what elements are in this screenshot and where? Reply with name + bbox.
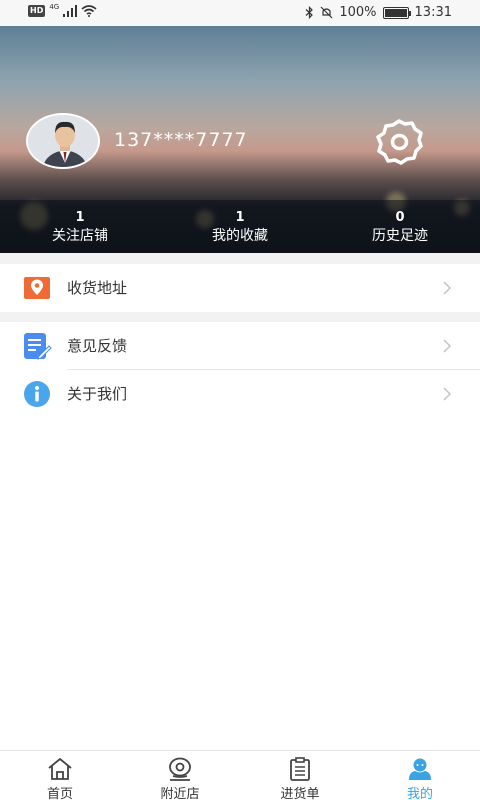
chevron-right-icon — [443, 387, 452, 401]
empty-content-area — [0, 418, 480, 750]
stats-bar: 1 关注店铺 1 我的收藏 0 历史足迹 — [0, 200, 480, 253]
location-pin-icon — [24, 277, 50, 299]
nav-item-nearby[interactable]: 附近店 — [120, 751, 240, 800]
chevron-right-icon — [443, 339, 452, 353]
bluetooth-icon — [305, 6, 314, 19]
clipboard-icon — [290, 757, 310, 781]
menu-label: 意见反馈 — [67, 337, 128, 355]
profile-icon — [409, 758, 431, 780]
nav-label: 首页 — [46, 787, 73, 800]
battery-percent: 100% — [339, 5, 377, 20]
clock: 13:31 — [414, 5, 452, 20]
stat-value: 0 — [395, 210, 405, 225]
stat-followed-stores[interactable]: 1 关注店铺 — [0, 200, 160, 253]
nav-label: 我的 — [406, 787, 433, 800]
stat-label: 历史足迹 — [372, 228, 428, 244]
battery-level — [384, 8, 407, 17]
menu-group-misc: 意见反馈 关于我们 — [0, 322, 480, 418]
stat-label: 关注店铺 — [52, 228, 108, 244]
menu-item-address[interactable]: 收货地址 — [0, 264, 480, 312]
profile-header: 137****7777 1 关注店铺 1 我的收藏 0 历史足迹 — [0, 26, 480, 253]
avatar[interactable] — [26, 113, 100, 169]
user-avatar-icon — [28, 115, 98, 167]
nav-label: 进货单 — [280, 787, 320, 800]
bottom-nav: 首页 附近店 进货单 我的 — [0, 750, 480, 800]
menu-item-about[interactable]: 关于我们 — [0, 370, 480, 418]
nav-item-home[interactable]: 首页 — [0, 751, 120, 800]
menu-label: 收货地址 — [67, 279, 128, 297]
menu-item-feedback[interactable]: 意见反馈 — [0, 322, 480, 370]
menu-group-address: 收货地址 — [0, 264, 480, 312]
stat-value: 1 — [75, 210, 85, 225]
location-icon — [169, 757, 191, 781]
stat-favorites[interactable]: 1 我的收藏 — [160, 200, 320, 253]
nav-item-order-list[interactable]: 进货单 — [240, 751, 360, 800]
nav-item-profile[interactable]: 我的 — [360, 751, 480, 800]
nav-label: 附近店 — [160, 787, 200, 800]
battery-icon — [382, 6, 411, 19]
mute-icon — [320, 6, 333, 19]
home-icon — [48, 758, 72, 780]
hd-badge: HD — [28, 5, 46, 17]
document-edit-icon — [24, 333, 52, 360]
gear-icon — [376, 119, 423, 165]
wifi-icon — [81, 5, 97, 17]
stat-value: 1 — [235, 210, 245, 225]
network-type: 4G — [49, 3, 60, 11]
settings-button[interactable] — [374, 118, 424, 166]
stat-history[interactable]: 0 历史足迹 — [320, 200, 480, 253]
signal-icon — [63, 5, 78, 17]
stat-label: 我的收藏 — [212, 228, 268, 244]
username[interactable]: 137****7777 — [114, 129, 248, 151]
chevron-right-icon — [443, 281, 452, 295]
status-bar: HD 4G 100% 13:31 — [0, 0, 480, 26]
menu-label: 关于我们 — [67, 385, 128, 403]
info-icon — [24, 381, 50, 407]
